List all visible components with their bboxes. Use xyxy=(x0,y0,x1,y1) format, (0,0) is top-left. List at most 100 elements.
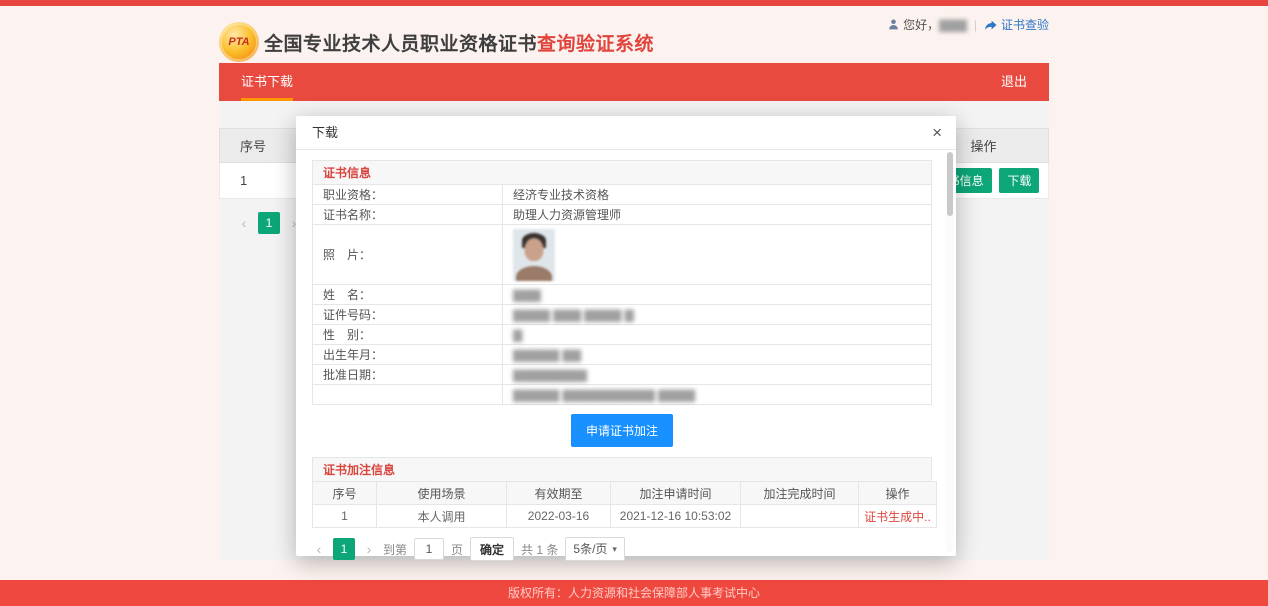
redacted-value: ▇▇▇▇▇▇▇▇ xyxy=(513,368,587,382)
logout-button[interactable]: 退出 xyxy=(979,63,1049,101)
field-label: 性 别： xyxy=(313,325,503,345)
prev-page-button[interactable]: ‹ xyxy=(237,215,251,231)
field-label: 批准日期： xyxy=(313,365,503,385)
certificate-verify-link[interactable]: 证书查验 xyxy=(1001,16,1049,33)
field-row-qualification: 职业资格： 经济专业技术资格 xyxy=(313,185,932,205)
greeting-text: 您好， xyxy=(903,16,939,33)
annotation-complete-time-cell xyxy=(741,505,859,528)
certificate-info-table: 职业资格： 经济专业技术资格 证书名称： 助理人力资源管理师 照 片： xyxy=(312,184,932,405)
field-row-birth-date: 出生年月： ▇▇▇▇▇ ▇▇ xyxy=(313,345,932,365)
annotation-col-complete-time: 加注完成时间 xyxy=(741,482,859,505)
download-modal: 下载 × 证书信息 职业资格： 经济专业技术资格 证书名称： 助理人力资源管理师… xyxy=(296,116,956,556)
field-label: 照 片： xyxy=(313,225,503,285)
certificate-photo xyxy=(513,229,555,281)
site-header: PTA 全国专业技术人员职业资格证书查询验证系统 您好， ▇▇▇ | 证书查验 xyxy=(0,6,1268,63)
annotation-pagination: ‹ 1 › 到第 页 确定 共 1 条 5条/页 ▾ xyxy=(312,537,932,561)
field-row-id-number: 证件号码： ▇▇▇▇ ▇▇▇ ▇▇▇▇ ▇ xyxy=(313,305,932,325)
photo-head-shape xyxy=(525,238,544,261)
pta-logo-icon: PTA xyxy=(219,22,259,62)
annotation-col-scene: 使用场景 xyxy=(377,482,507,505)
total-count-label: 共 1 条 xyxy=(521,541,558,558)
annotation-col-action: 操作 xyxy=(859,482,937,505)
tab-certificate-download[interactable]: 证书下载 xyxy=(219,63,315,101)
close-icon[interactable]: × xyxy=(932,116,942,150)
user-area: 您好， ▇▇▇ | 证书查验 xyxy=(887,16,1049,33)
page-number-button[interactable]: 1 xyxy=(333,538,355,560)
photo-torso-shape xyxy=(516,266,552,281)
field-label xyxy=(313,385,503,405)
confirm-page-button[interactable]: 确定 xyxy=(470,537,514,561)
annotation-section-title: 证书加注信息 xyxy=(312,457,932,481)
redacted-value: ▇▇▇▇ ▇▇▇ ▇▇▇▇ ▇ xyxy=(513,308,634,322)
page-title: 全国专业技术人员职业资格证书查询验证系统 xyxy=(264,29,654,56)
next-page-button[interactable]: › xyxy=(362,541,376,557)
field-value: ▇ xyxy=(503,325,932,345)
redacted-value: ▇▇▇ xyxy=(513,288,541,302)
page: PTA 全国专业技术人员职业资格证书查询验证系统 您好， ▇▇▇ | 证书查验 xyxy=(0,0,1268,606)
tab-certificate-download-label: 证书下载 xyxy=(241,74,293,89)
page-size-select[interactable]: 5条/页 ▾ xyxy=(565,537,625,561)
field-row-approval-date: 批准日期： ▇▇▇▇▇▇▇▇ xyxy=(313,365,932,385)
annotation-index-cell: 1 xyxy=(313,505,377,528)
brand: PTA 全国专业技术人员职业资格证书查询验证系统 xyxy=(219,22,654,62)
chevron-down-icon: ▾ xyxy=(612,538,617,560)
title-accent: 查询验证系统 xyxy=(537,34,654,55)
navbar: 证书下载 退出 xyxy=(0,63,1268,101)
logo-text: PTA xyxy=(228,36,249,48)
redacted-value: ▇ xyxy=(513,328,522,342)
copyright-text: 版权所有：人力资源和社会保障部人事考试中心 xyxy=(508,586,760,600)
user-icon xyxy=(887,18,900,31)
annotation-scene-cell: 本人调用 xyxy=(377,505,507,528)
modal-scrollbar xyxy=(946,152,954,552)
page-unit-label: 页 xyxy=(451,541,463,558)
field-value: ▇▇▇▇▇▇▇▇ xyxy=(503,365,932,385)
header-divider: | xyxy=(974,18,977,32)
field-label: 证书名称： xyxy=(313,205,503,225)
field-value-photo xyxy=(503,225,932,285)
field-value: ▇▇▇▇ ▇▇▇ ▇▇▇▇ ▇ xyxy=(503,305,932,325)
field-label: 姓 名： xyxy=(313,285,503,305)
redacted-value: ▇▇▇▇▇ ▇▇ xyxy=(513,348,581,362)
goto-page-label: 到第 xyxy=(383,541,407,558)
field-label: 职业资格： xyxy=(313,185,503,205)
prev-page-button[interactable]: ‹ xyxy=(312,541,326,557)
annotation-col-valid-until: 有效期至 xyxy=(507,482,611,505)
bottom-gap xyxy=(0,560,1268,580)
page-size-value: 5条/页 xyxy=(573,538,607,560)
field-value: ▇▇▇▇▇ ▇▇ xyxy=(503,345,932,365)
annotation-col-index: 序号 xyxy=(313,482,377,505)
field-row-photo: 照 片： xyxy=(313,225,932,285)
field-value: 经济专业技术资格 xyxy=(503,185,932,205)
annotation-apply-time-cell: 2021-12-16 10:53:02 xyxy=(611,505,741,528)
field-row-certificate-name: 证书名称： 助理人力资源管理师 xyxy=(313,205,932,225)
apply-annotation-button[interactable]: 申请证书加注 xyxy=(571,414,673,447)
annotation-section: 证书加注信息 序号 使用场景 有效期至 加注申请时间 加注完成时间 操作 xyxy=(312,457,932,561)
field-value: 助理人力资源管理师 xyxy=(503,205,932,225)
field-row-name: 姓 名： ▇▇▇ xyxy=(313,285,932,305)
modal-title: 下载 xyxy=(312,125,338,140)
annotation-col-apply-time: 加注申请时间 xyxy=(611,482,741,505)
annotation-table: 序号 使用场景 有效期至 加注申请时间 加注完成时间 操作 1 本人调用 202 xyxy=(312,481,937,528)
scrollbar-thumb[interactable] xyxy=(947,152,953,216)
field-value: ▇▇▇▇▇ ▇▇▇▇▇▇▇▇▇▇ ▇▇▇▇ xyxy=(503,385,932,405)
annotation-row: 1 本人调用 2022-03-16 2021-12-16 10:53:02 证书… xyxy=(313,505,937,528)
forward-arrow-icon xyxy=(984,18,998,32)
field-label: 出生年月： xyxy=(313,345,503,365)
certificate-generating-link[interactable]: 证书生成中.. xyxy=(864,510,931,524)
redacted-value: ▇▇▇▇▇ ▇▇▇▇▇▇▇▇▇▇ ▇▇▇▇ xyxy=(513,388,695,402)
goto-page-input[interactable] xyxy=(414,538,444,560)
footer: 版权所有：人力资源和社会保障部人事考试中心 xyxy=(0,580,1268,606)
apply-button-wrap: 申请证书加注 xyxy=(312,414,932,447)
annotation-action-cell: 证书生成中.. xyxy=(859,505,937,528)
annotation-valid-until-cell: 2022-03-16 xyxy=(507,505,611,528)
certificate-info-section-title: 证书信息 xyxy=(312,160,932,184)
download-button[interactable]: 下载 xyxy=(999,168,1039,193)
field-row-extra: ▇▇▇▇▇ ▇▇▇▇▇▇▇▇▇▇ ▇▇▇▇ xyxy=(313,385,932,405)
modal-body: 证书信息 职业资格： 经济专业技术资格 证书名称： 助理人力资源管理师 照 片： xyxy=(296,150,956,561)
page-number-button[interactable]: 1 xyxy=(258,212,280,234)
username-redacted: ▇▇▇ xyxy=(939,18,967,32)
nav-bar-background: 证书下载 退出 xyxy=(219,63,1049,101)
annotation-header-row: 序号 使用场景 有效期至 加注申请时间 加注完成时间 操作 xyxy=(313,482,937,505)
title-main: 全国专业技术人员职业资格证书 xyxy=(264,34,537,55)
field-value: ▇▇▇ xyxy=(503,285,932,305)
